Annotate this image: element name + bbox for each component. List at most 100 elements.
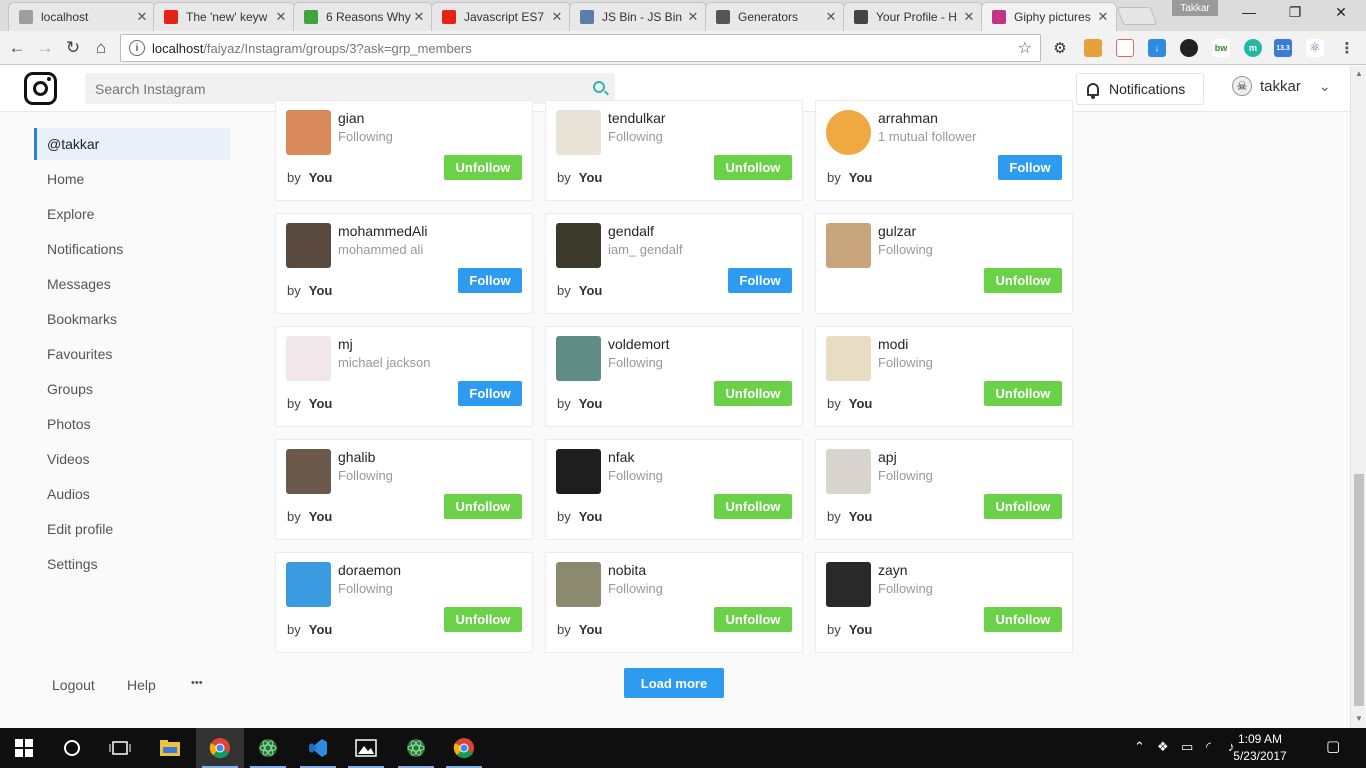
added-by-user[interactable]: You: [849, 622, 873, 637]
action-center-icon[interactable]: ▢: [1326, 737, 1340, 755]
sidebar-item-messages[interactable]: Messages: [34, 268, 230, 300]
load-more-button[interactable]: Load more: [624, 668, 724, 698]
browser-tab[interactable]: localhost ✕: [8, 2, 156, 31]
page-scrollbar[interactable]: ▲ ▼: [1350, 66, 1366, 728]
unfollow-button[interactable]: Unfollow: [984, 494, 1062, 519]
close-tab-icon[interactable]: ✕: [135, 9, 149, 25]
member-username[interactable]: mj: [338, 336, 353, 352]
sidebar-item-settings[interactable]: Settings: [34, 548, 230, 580]
member-username[interactable]: gian: [338, 110, 364, 126]
browser-tab[interactable]: Your Profile - H ✕: [843, 2, 983, 31]
unfollow-button[interactable]: Unfollow: [444, 155, 522, 180]
sidebar-item-takkar[interactable]: @takkar: [34, 128, 230, 160]
download-icon[interactable]: ↓: [1148, 39, 1166, 57]
avatar[interactable]: [286, 223, 331, 268]
avatar[interactable]: [556, 223, 601, 268]
scroll-up-icon[interactable]: ▲: [1355, 69, 1363, 78]
more-icon[interactable]: •••: [191, 677, 203, 689]
avatar[interactable]: [556, 110, 601, 155]
search-input[interactable]: [95, 80, 575, 97]
battery-icon[interactable]: ▭: [1181, 739, 1193, 755]
atom-editor-icon[interactable]: [244, 728, 292, 768]
search-cortana-icon[interactable]: [48, 728, 96, 768]
avatar[interactable]: [826, 336, 871, 381]
extension-icon[interactable]: m: [1244, 39, 1262, 57]
member-username[interactable]: arrahman: [878, 110, 938, 126]
chrome-icon[interactable]: [440, 728, 488, 768]
sidebar-item-edit-profile[interactable]: Edit profile: [34, 513, 230, 545]
browser-tab[interactable]: Javascript ES7 ✕: [431, 2, 571, 31]
sidebar-item-home[interactable]: Home: [34, 163, 230, 195]
back-icon[interactable]: ←: [6, 37, 28, 59]
added-by-user[interactable]: You: [309, 509, 333, 524]
new-tab-button[interactable]: [1116, 7, 1158, 25]
unfollow-button[interactable]: Unfollow: [714, 155, 792, 180]
sidebar-item-favourites[interactable]: Favourites: [34, 338, 230, 370]
info-icon[interactable]: i: [129, 40, 145, 56]
member-username[interactable]: modi: [878, 336, 908, 352]
unfollow-button[interactable]: Unfollow: [444, 607, 522, 632]
reload-icon[interactable]: ↻: [62, 37, 84, 59]
vscode-icon[interactable]: [294, 728, 342, 768]
added-by-user[interactable]: You: [579, 170, 603, 185]
added-by-user[interactable]: You: [579, 622, 603, 637]
sidebar-item-bookmarks[interactable]: Bookmarks: [34, 303, 230, 335]
browser-tab[interactable]: 6 Reasons Why ✕: [293, 2, 433, 31]
address-url[interactable]: localhost/faiyaz/Instagram/groups/3?ask=…: [152, 41, 1018, 56]
unfollow-button[interactable]: Unfollow: [714, 381, 792, 406]
forward-icon[interactable]: →: [34, 37, 56, 59]
dropbox-icon[interactable]: ❖: [1157, 739, 1169, 755]
member-username[interactable]: zayn: [878, 562, 908, 578]
avatar[interactable]: [286, 110, 331, 155]
added-by-user[interactable]: You: [579, 396, 603, 411]
avatar[interactable]: [826, 110, 871, 155]
task-view-icon[interactable]: [96, 728, 144, 768]
file-explorer-icon[interactable]: [146, 728, 194, 768]
address-bar[interactable]: i localhost/faiyaz/Instagram/groups/3?as…: [120, 34, 1041, 62]
scrollbar-thumb[interactable]: [1354, 474, 1364, 706]
sidebar-item-audios[interactable]: Audios: [34, 478, 230, 510]
extension-icon[interactable]: ⚛: [1306, 39, 1324, 57]
tray-expand-icon[interactable]: ⌃: [1134, 739, 1145, 755]
sidebar-item-explore[interactable]: Explore: [34, 198, 230, 230]
avatar[interactable]: [826, 562, 871, 607]
member-username[interactable]: nobita: [608, 562, 646, 578]
added-by-user[interactable]: You: [309, 283, 333, 298]
browser-tab[interactable]: Giphy pictures ✕: [981, 2, 1117, 31]
avatar[interactable]: [556, 336, 601, 381]
member-username[interactable]: gulzar: [878, 223, 916, 239]
browser-tab[interactable]: JS Bin - JS Bin ✕: [569, 2, 707, 31]
avatar[interactable]: [826, 449, 871, 494]
added-by-user[interactable]: You: [309, 622, 333, 637]
added-by-user[interactable]: You: [579, 283, 603, 298]
added-by-user[interactable]: You: [849, 396, 873, 411]
unfollow-button[interactable]: Unfollow: [444, 494, 522, 519]
atom-editor-icon[interactable]: [392, 728, 440, 768]
close-tab-icon[interactable]: ✕: [412, 9, 426, 25]
member-username[interactable]: voldemort: [608, 336, 669, 352]
minimize-icon[interactable]: —: [1226, 4, 1272, 20]
extension-icon[interactable]: [1116, 39, 1134, 57]
help-link[interactable]: Help: [127, 677, 156, 693]
photos-app-icon[interactable]: [342, 728, 390, 768]
added-by-user[interactable]: You: [849, 509, 873, 524]
browser-tab[interactable]: The 'new' keyw ✕: [153, 2, 295, 31]
windows-start-icon[interactable]: [0, 728, 48, 768]
member-username[interactable]: gendalf: [608, 223, 654, 239]
avatar[interactable]: [556, 562, 601, 607]
settings-gear-icon[interactable]: ⚙: [1051, 39, 1069, 57]
follow-button[interactable]: Follow: [458, 268, 522, 293]
close-tab-icon[interactable]: ✕: [1096, 9, 1110, 25]
search-icon[interactable]: [593, 81, 605, 93]
restore-icon[interactable]: ❐: [1272, 4, 1318, 21]
close-window-icon[interactable]: ✕: [1318, 4, 1364, 21]
sidebar-item-photos[interactable]: Photos: [34, 408, 230, 440]
unfollow-button[interactable]: Unfollow: [984, 381, 1062, 406]
extension-badge-icon[interactable]: 13.3: [1274, 39, 1292, 57]
instagram-logo-icon[interactable]: [24, 72, 57, 105]
unfollow-button[interactable]: Unfollow: [714, 494, 792, 519]
follow-button[interactable]: Follow: [998, 155, 1062, 180]
logout-link[interactable]: Logout: [52, 677, 95, 693]
browser-profile-chip[interactable]: Takkar: [1172, 0, 1218, 16]
added-by-user[interactable]: You: [309, 170, 333, 185]
